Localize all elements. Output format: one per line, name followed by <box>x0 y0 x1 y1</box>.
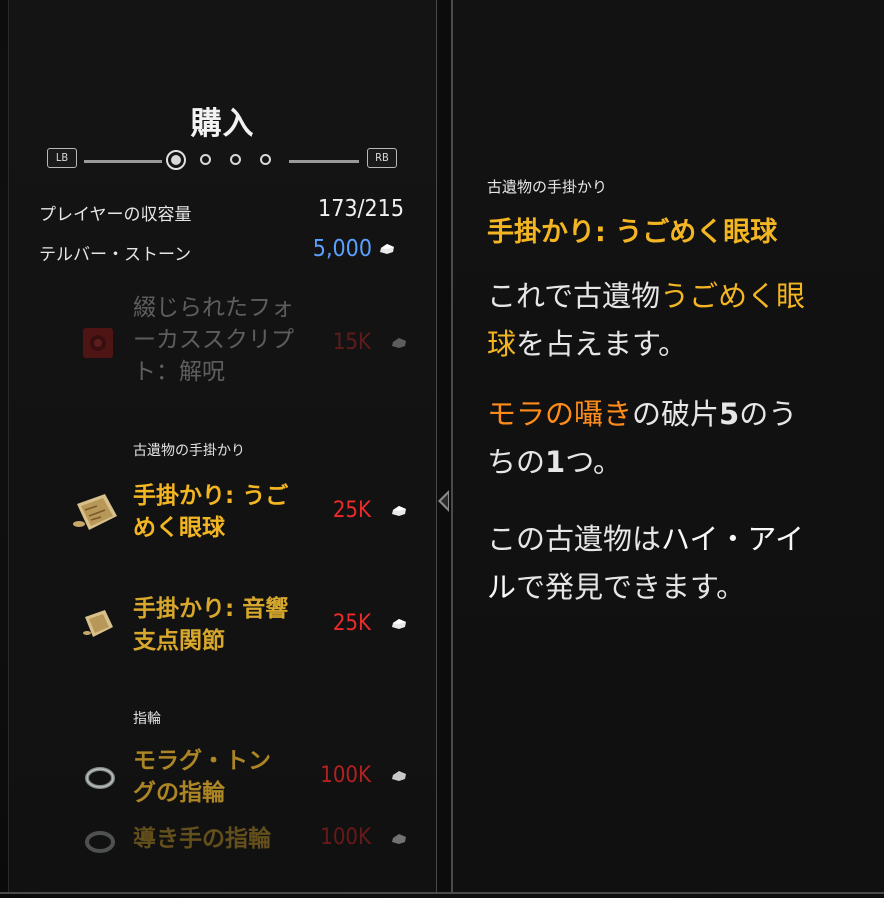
scroll-map-icon <box>73 494 117 530</box>
ring-icon <box>85 767 115 789</box>
item-price: 100K <box>320 763 371 788</box>
page-title: 購入 <box>190 106 255 142</box>
item-name: 手掛かり: 音響 支点関節 <box>133 596 289 654</box>
category-rings: 指輪 <box>133 711 161 727</box>
store-screen: 購入 LB RB プレイヤーの収容量 173/215 テルバー・ストーン 5,0… <box>0 0 884 898</box>
detail-title: 手掛かり: うごめく眼球 <box>487 217 778 248</box>
list-item-ring-guide[interactable]: 導き手の指輪 100K <box>69 823 419 863</box>
capacity-value: 173/215 <box>318 196 404 222</box>
item-name: 手掛かり: うご めく眼球 <box>133 483 289 541</box>
detail-description-1: これで古遺物うごめく眼 球を占えます。 <box>487 279 806 361</box>
telvar-stone-icon <box>380 244 394 254</box>
currency-value: 5,000 <box>312 236 372 262</box>
category-antiquity-leads: 古遺物の手掛かり <box>133 443 245 459</box>
red-book-icon <box>83 328 113 358</box>
pagination-line-left <box>84 160 162 163</box>
lb-bumper-button[interactable]: LB <box>47 148 77 168</box>
list-item-lead-writhing-eye[interactable]: 手掛かり: うご めく眼球 25K <box>69 480 419 550</box>
telvar-stone-icon <box>392 619 406 629</box>
telvar-stone-icon <box>392 506 406 516</box>
item-price: 25K <box>332 611 371 636</box>
item-detail-panel: 古遺物の手掛かり 手掛かり: うごめく眼球 これで古遺物うごめく眼 球を占えます。… <box>453 0 884 892</box>
panel-divider <box>437 0 453 892</box>
scroll-map-icon <box>83 610 113 637</box>
telvar-stone-icon <box>392 338 406 348</box>
page-dot-2[interactable] <box>200 154 211 165</box>
collapse-arrow-icon[interactable] <box>438 490 449 512</box>
item-price: 100K <box>320 825 371 850</box>
page-dot-3[interactable] <box>230 154 241 165</box>
rb-bumper-button[interactable]: RB <box>367 148 397 168</box>
capacity-label: プレイヤーの収容量 <box>39 205 192 225</box>
telvar-stone-icon <box>392 771 406 781</box>
item-name: モラグ・トン グの指輪 <box>133 748 271 806</box>
detail-category: 古遺物の手掛かり <box>487 178 608 196</box>
pagination-line-right <box>289 160 359 163</box>
item-price: 15K <box>332 330 371 355</box>
detail-description-3: この古遺物はハイ・アイ ルで発見できます。 <box>487 522 804 604</box>
list-item-ring-morag-tong[interactable]: モラグ・トン グの指輪 100K <box>69 745 419 815</box>
bottom-border <box>0 892 884 894</box>
list-item-lead-resonance-fulcrum[interactable]: 手掛かり: 音響 支点関節 25K <box>69 593 419 663</box>
detail-description-2: モラの囁きの破片5のう ちの1つ。 <box>487 397 798 479</box>
currency-label: テルバー・ストーン <box>39 245 192 265</box>
list-item-focus-script[interactable]: 綴じられたフォ ーカススクリプ ト：解呪 15K <box>69 292 419 392</box>
page-dot-1[interactable] <box>166 150 186 170</box>
item-name: 綴じられたフォ ーカススクリプ ト：解呪 <box>133 295 294 385</box>
telvar-stone-icon <box>392 834 406 844</box>
item-price: 25K <box>332 498 371 523</box>
store-list-panel: 購入 LB RB プレイヤーの収容量 173/215 テルバー・ストーン 5,0… <box>8 0 438 892</box>
page-dot-4[interactable] <box>260 154 271 165</box>
ring-icon <box>85 831 115 853</box>
